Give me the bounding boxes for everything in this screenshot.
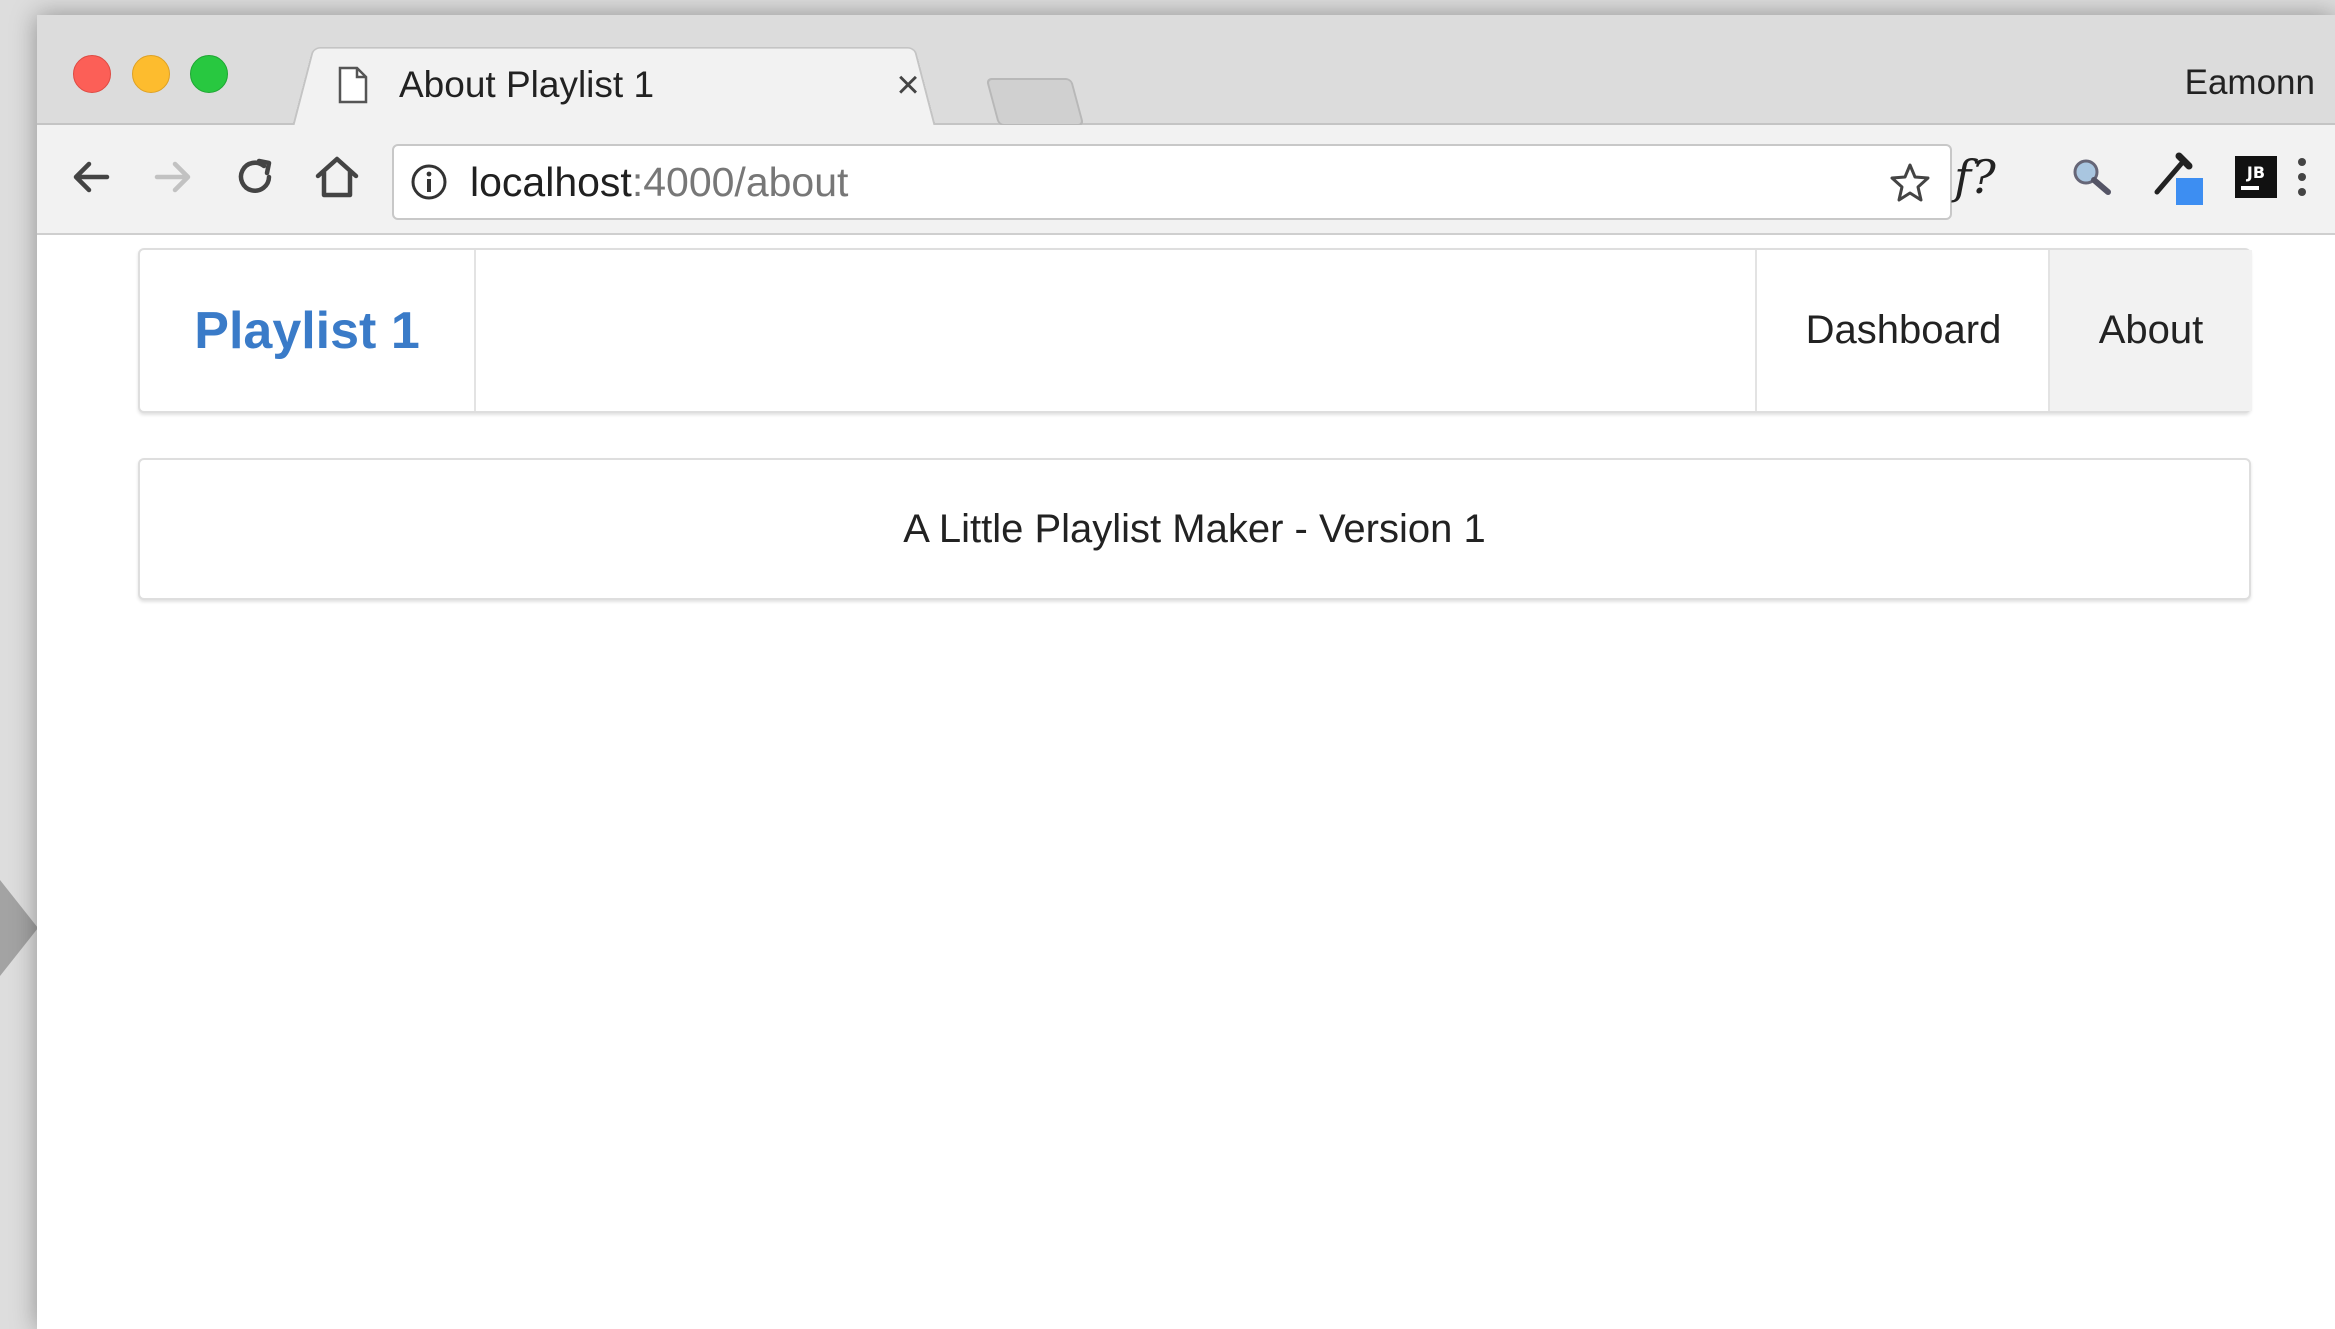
bookmark-star-icon[interactable] xyxy=(1888,161,1932,205)
home-icon[interactable] xyxy=(309,149,365,205)
minimize-window-button[interactable] xyxy=(132,55,170,93)
back-icon[interactable] xyxy=(63,149,119,205)
tab-close-icon[interactable]: × xyxy=(882,55,934,115)
about-segment: A Little Playlist Maker - Version 1 xyxy=(138,458,2251,600)
profile-name[interactable]: Eamonn xyxy=(2185,63,2315,103)
app-navbar: Playlist 1 Dashboard About xyxy=(138,248,2252,413)
forward-icon[interactable] xyxy=(145,149,201,205)
info-icon[interactable] xyxy=(410,163,448,201)
browser-toolbar: localhost:4000/about f? JB xyxy=(37,125,2335,235)
nav-item-dashboard[interactable]: Dashboard xyxy=(1755,250,2050,411)
title-bar: About Playlist 1 × Eamonn xyxy=(37,15,2335,127)
tab-content: About Playlist 1 xyxy=(337,55,957,115)
side-arrow-decoration xyxy=(0,880,38,976)
maximize-window-button[interactable] xyxy=(190,55,228,93)
extension-magnifier-icon[interactable] xyxy=(2063,147,2119,207)
close-window-button[interactable] xyxy=(73,55,111,93)
svg-text:JB: JB xyxy=(2246,163,2265,182)
url-text[interactable]: localhost:4000/about xyxy=(470,159,848,206)
address-bar[interactable]: localhost:4000/about xyxy=(392,144,1952,220)
url-path: :4000/about xyxy=(631,159,849,205)
about-text: A Little Playlist Maker - Version 1 xyxy=(903,506,1486,551)
new-tab-button[interactable] xyxy=(985,78,1085,126)
tab-title: About Playlist 1 xyxy=(399,64,655,105)
brand-link[interactable]: Playlist 1 xyxy=(140,250,476,411)
eyedropper-extension-icon[interactable] xyxy=(2151,147,2207,207)
page-content: Playlist 1 Dashboard About A Little Play… xyxy=(37,235,2335,1329)
jetbrains-extension-icon[interactable]: JB xyxy=(2233,147,2279,207)
browser-window: About Playlist 1 × Eamonn localhost:4000… xyxy=(37,15,2335,1329)
nav-item-about[interactable]: About xyxy=(2048,250,2252,411)
url-host: localhost xyxy=(470,159,632,205)
whatfont-extension-icon[interactable]: f? xyxy=(1945,147,2005,207)
document-icon xyxy=(338,66,368,104)
browser-menu-icon[interactable] xyxy=(2287,147,2317,207)
reload-icon[interactable] xyxy=(227,149,283,205)
